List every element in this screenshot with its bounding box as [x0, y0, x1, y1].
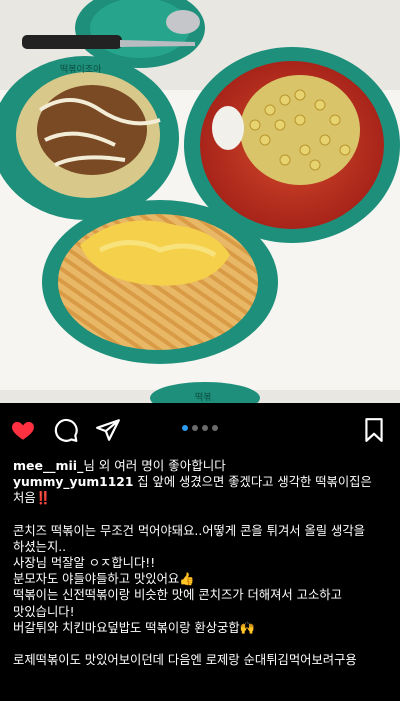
post-photo[interactable]: 떡볶이조아 떡볶	[0, 0, 400, 403]
food-photo-illustration: 떡볶이조아 떡볶	[0, 0, 400, 403]
liked-by-username[interactable]: mee__mii_	[13, 458, 83, 473]
carousel-dot	[192, 425, 198, 431]
double-exclamation-icon: ‼️	[35, 491, 51, 506]
plate-logo: 떡볶이조아	[60, 64, 102, 75]
likes-text: 님 외 여러 명이 좋아합니다	[83, 458, 226, 473]
author-username[interactable]: yummy_yum1121	[13, 475, 133, 489]
post-caption: yummy_yum1121 집 앞에 생겼으면 좋겠다고 생각한 떡볶이집은 처…	[13, 474, 391, 668]
likes-line: mee__mii_님 외 여러 명이 좋아합니다	[13, 455, 226, 474]
plate-logo-bottom: 떡볶	[195, 392, 212, 403]
carousel-indicator	[0, 425, 400, 431]
carousel-dot	[202, 425, 208, 431]
bookmark-icon[interactable]	[361, 417, 387, 443]
carousel-dot	[212, 425, 218, 431]
carousel-dot-active	[182, 425, 188, 431]
caption-body: 콘치즈 떡볶이는 무조건 먹어야돼요..어떻게 콘을 튀겨서 올릴 생각을 하셨…	[13, 523, 365, 668]
action-bar	[0, 403, 400, 451]
